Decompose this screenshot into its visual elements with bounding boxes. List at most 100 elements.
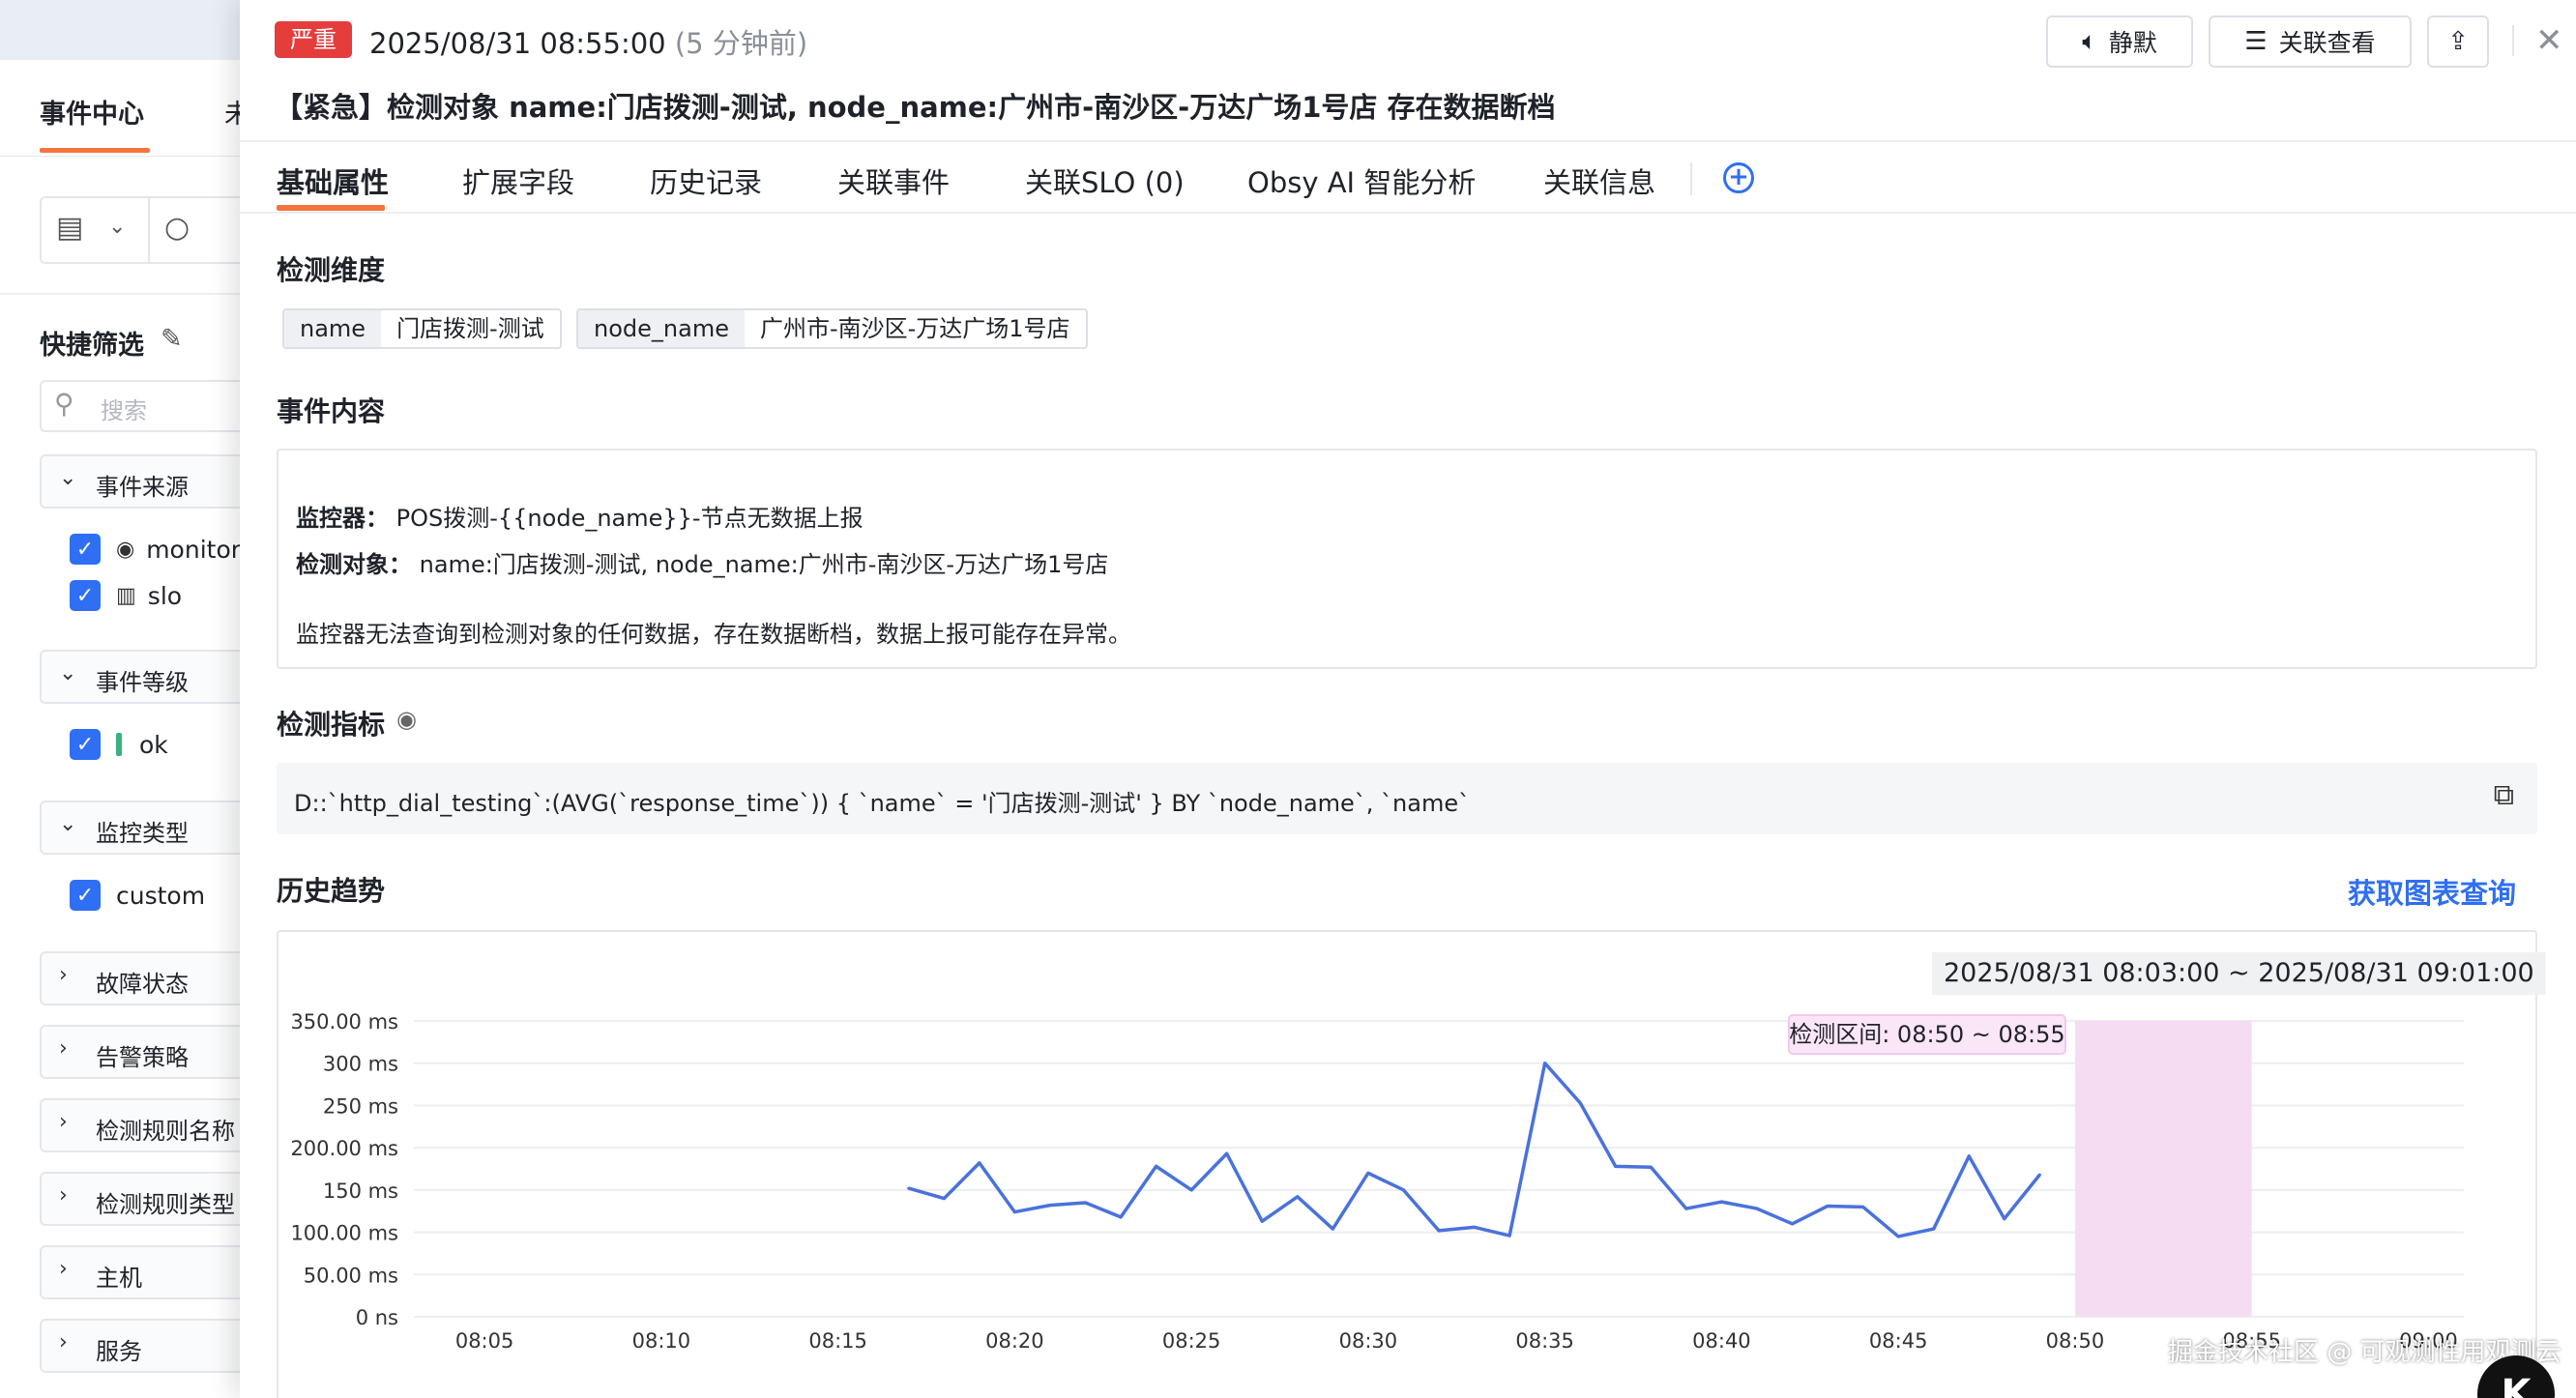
copy-icon[interactable]: ⧉ xyxy=(2494,778,2514,812)
y-tick-label: 200.00 ms xyxy=(290,1137,398,1160)
tab-related-events[interactable]: 关联事件 xyxy=(837,160,950,201)
search-list-icon: ☰ xyxy=(2244,27,2268,56)
data-point xyxy=(1473,1225,1477,1229)
section-title-metric: 检测指标 xyxy=(277,709,386,741)
event-time-ago: (5 分钟前) xyxy=(674,27,808,60)
chevron-right-icon: › xyxy=(59,963,68,987)
related-view-label: 关联查看 xyxy=(2278,29,2376,57)
data-point xyxy=(1896,1235,1900,1238)
filter-group-source[interactable]: ⌄ 事件来源 xyxy=(40,454,262,509)
add-tab-icon[interactable]: + xyxy=(1723,162,1754,193)
filter-search-placeholder: 搜索 xyxy=(101,397,147,424)
event-detail-drawer: 严重 2025/08/31 08:55:00 (5 分钟前) 🔈︎ 静默 ☰ 关… xyxy=(240,0,2576,1398)
filter-group-rule-name[interactable]: › 检测规则名称 xyxy=(40,1098,262,1152)
edit-icon[interactable]: ✎ xyxy=(161,324,183,354)
data-point xyxy=(1296,1195,1300,1199)
data-point xyxy=(1437,1229,1441,1233)
related-view-button[interactable]: ☰ 关联查看 xyxy=(2209,15,2412,68)
tab-basic-attributes[interactable]: 基础属性 xyxy=(277,160,389,201)
content-monitor-value: POS拨测-{{node_name}}-节点无数据上报 xyxy=(395,505,864,532)
metric-query-box: D::`http_dial_testing`:(AVG(`response_ti… xyxy=(277,763,2537,834)
checkbox-checked[interactable]: ✓ xyxy=(70,729,101,760)
checkbox-checked[interactable]: ✓ xyxy=(70,880,101,911)
mute-button[interactable]: 🔈︎ 静默 xyxy=(2046,15,2193,68)
content-target-label: 检测对象： xyxy=(296,551,412,578)
divider xyxy=(240,140,2576,142)
y-tick-label: 300 ms xyxy=(323,1053,398,1076)
data-point xyxy=(1012,1210,1016,1214)
view-selector-icon[interactable]: ▤ xyxy=(56,211,83,245)
x-tick-label: 08:35 xyxy=(1515,1329,1574,1353)
section-title-dimensions: 检测维度 xyxy=(277,254,386,286)
chevron-down-icon: ⌄ xyxy=(59,466,77,490)
x-tick-label: 08:45 xyxy=(1869,1329,1928,1353)
chevron-down-icon: ⌄ xyxy=(59,661,77,685)
filter-item-ok[interactable]: ✓ ok xyxy=(70,729,168,760)
filter-group-host[interactable]: › 主机 xyxy=(40,1245,262,1299)
filter-group-label: 检测规则名称 xyxy=(96,1118,235,1145)
content-monitor-label: 监控器： xyxy=(296,505,389,532)
data-point xyxy=(1401,1188,1405,1192)
x-tick-label: 08:10 xyxy=(632,1329,691,1353)
y-tick-label: 50.00 ms xyxy=(304,1264,398,1287)
filter-group-label: 检测规则类型 xyxy=(96,1191,235,1218)
dimension-key: name xyxy=(284,310,382,347)
x-tick-label: 08:25 xyxy=(1162,1329,1221,1353)
search-icon: ⚲ xyxy=(54,388,74,420)
data-point xyxy=(1260,1219,1264,1223)
event-time: 2025/08/31 08:55:00 (5 分钟前) xyxy=(369,21,807,62)
filter-group-monitor-type[interactable]: ⌄ 监控类型 xyxy=(40,801,262,855)
dimension-tag-node-name: node_name 广州市-南沙区-万达广场1号店 xyxy=(576,308,1088,349)
close-icon[interactable]: ✕ xyxy=(2535,21,2563,60)
y-tick-label: 150 ms xyxy=(323,1180,398,1203)
filter-item-monitor[interactable]: ✓ ◉ monitor xyxy=(70,534,241,565)
data-point xyxy=(1614,1164,1618,1168)
tab-related-info[interactable]: 关联信息 xyxy=(1543,160,1655,201)
chevron-right-icon: › xyxy=(59,1036,68,1061)
filter-group-label: 事件等级 xyxy=(96,669,189,696)
filter-group-alert-policy[interactable]: › 告警策略 xyxy=(40,1025,262,1079)
data-point xyxy=(942,1197,946,1201)
x-tick-label: 08:05 xyxy=(455,1329,514,1353)
chevron-down-icon[interactable]: ⌄ xyxy=(108,215,126,239)
eye-icon[interactable]: ◉ xyxy=(396,706,417,733)
speaker-icon: 🔈︎ xyxy=(2082,26,2097,56)
data-point xyxy=(1366,1171,1370,1175)
filter-item-label: ok xyxy=(139,730,168,759)
tab-event-center[interactable]: 事件中心 xyxy=(40,93,144,131)
tab-history[interactable]: 历史记录 xyxy=(650,160,762,201)
filter-group-label: 监控类型 xyxy=(96,820,189,847)
tab-extended-fields[interactable]: 扩展字段 xyxy=(462,160,574,201)
tab-active-underline xyxy=(40,148,150,153)
filter-group-level[interactable]: ⌄ 事件等级 xyxy=(40,650,262,704)
top-bar xyxy=(0,0,242,60)
metric-query: D::`http_dial_testing`:(AVG(`response_ti… xyxy=(294,790,1471,817)
data-point xyxy=(1861,1205,1865,1209)
search-icon[interactable]: ○ xyxy=(164,211,190,245)
slo-icon: ▥ xyxy=(116,583,136,608)
filter-item-slo[interactable]: ✓ ▥ slo xyxy=(70,580,182,611)
filter-group-rule-type[interactable]: › 检测规则类型 xyxy=(40,1172,262,1226)
get-chart-query-link[interactable]: 获取图表查询 xyxy=(2348,871,2516,912)
filter-group-label: 服务 xyxy=(96,1338,142,1365)
data-point xyxy=(2037,1173,2041,1177)
filter-item-custom[interactable]: ✓ custom xyxy=(70,880,205,911)
share-button[interactable]: ⇪ xyxy=(2427,15,2489,68)
data-point xyxy=(1826,1204,1830,1208)
data-point xyxy=(1331,1227,1334,1231)
checkbox-checked[interactable]: ✓ xyxy=(70,580,101,611)
data-point xyxy=(907,1186,911,1190)
y-tick-label: 100.00 ms xyxy=(290,1222,398,1245)
filter-group-fault-status[interactable]: › 故障状态 xyxy=(40,951,262,1005)
filter-item-label: slo xyxy=(147,581,183,610)
data-point xyxy=(1189,1188,1193,1192)
series-line xyxy=(908,1061,2041,1238)
checkbox-checked[interactable]: ✓ xyxy=(70,534,101,565)
dimension-value: 门店拨测-测试 xyxy=(396,315,544,342)
x-tick-label: 08:15 xyxy=(808,1329,867,1353)
tab-related-slo[interactable]: 关联SLO (0) xyxy=(1025,160,1185,201)
dimension-value: 广州市-南沙区-万达广场1号店 xyxy=(759,315,1070,342)
tab-obsy-ai[interactable]: Obsy AI 智能分析 xyxy=(1247,160,1476,201)
filter-group-service[interactable]: › 服务 xyxy=(40,1319,262,1373)
toolbar-divider xyxy=(148,198,150,262)
